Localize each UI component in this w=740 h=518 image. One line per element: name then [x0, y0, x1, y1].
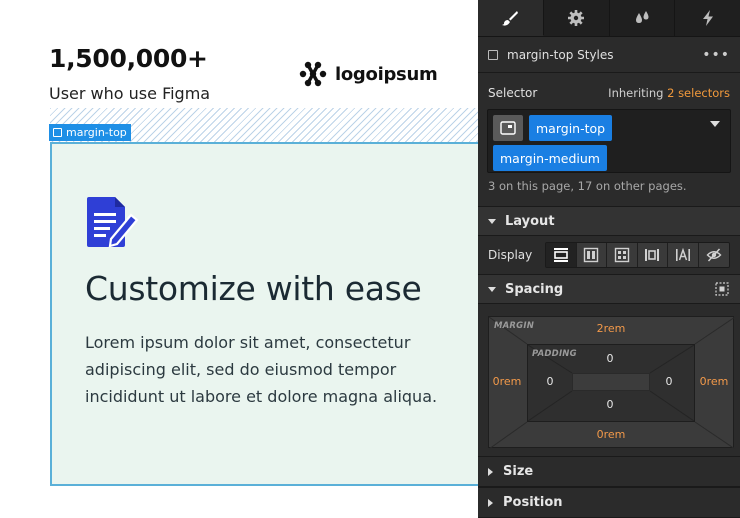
margin-right-value[interactable]: 0rem	[700, 375, 729, 388]
stat-number: 1,500,000+	[49, 44, 208, 73]
paint-brush-icon	[502, 10, 519, 26]
selector-usage: 3 on this page, 17 on other pages.	[488, 179, 687, 193]
spacing-reset-icon[interactable]	[714, 281, 730, 297]
display-row: Display	[478, 236, 740, 274]
section-spacing[interactable]: Spacing	[478, 274, 740, 304]
element-square-icon	[53, 128, 62, 137]
display-flex-button[interactable]	[576, 243, 608, 267]
logo: logoipsum	[299, 60, 438, 88]
display-inline-icon	[675, 247, 690, 261]
section-layout[interactable]: Layout	[478, 206, 740, 236]
section-spacing-label: Spacing	[505, 281, 564, 297]
padding-left-value[interactable]: 0	[547, 375, 554, 388]
element-square-icon	[488, 49, 498, 60]
section-size[interactable]: Size	[478, 456, 740, 487]
tab-effects[interactable]	[675, 0, 740, 36]
selector-label: Selector	[488, 86, 538, 100]
tab-style[interactable]	[478, 0, 544, 36]
chevron-down-icon[interactable]	[710, 121, 720, 127]
styles-header: margin-top Styles •••	[478, 37, 740, 73]
margin-bottom-value[interactable]: 0rem	[597, 428, 626, 441]
display-block-icon	[553, 248, 568, 262]
chevron-right-icon	[488, 467, 493, 476]
tab-settings[interactable]	[544, 0, 610, 36]
display-label: Display	[488, 248, 533, 262]
styles-header-title: margin-top Styles	[507, 47, 614, 62]
card-title: Customize with ease	[85, 269, 422, 308]
padding-bottom-value[interactable]: 0	[607, 398, 614, 411]
display-flex-icon	[584, 247, 599, 263]
logo-text: logoipsum	[335, 63, 438, 85]
margin-left-value[interactable]: 0rem	[493, 375, 522, 388]
logoipsum-mark-icon	[299, 61, 327, 87]
design-canvas[interactable]: 1,500,000+ User who use Figma logoipsum …	[0, 0, 478, 518]
document-edit-icon	[87, 197, 139, 248]
display-block-button[interactable]	[546, 243, 577, 267]
padding-label: PADDING	[532, 349, 577, 359]
gear-icon	[568, 10, 585, 26]
display-inline-block-button[interactable]	[637, 243, 669, 267]
inheriting-count[interactable]: 2 selectors	[667, 86, 730, 100]
selector-menu-button[interactable]	[493, 115, 523, 141]
spacing-box-model: MARGIN 2rem 0rem 0rem 0rem PADDING 0 0 0…	[488, 316, 735, 449]
drops-icon	[635, 11, 649, 23]
padding-top-value[interactable]: 0	[607, 352, 614, 365]
selector-row: Selector Inheriting 2 selectors	[478, 77, 740, 109]
stat-caption: User who use Figma	[49, 84, 211, 103]
selector-pill-margin-medium[interactable]: margin-medium	[493, 145, 607, 171]
eye-slash-icon	[706, 248, 722, 262]
section-layout-label: Layout	[505, 213, 555, 229]
section-position[interactable]: Position	[478, 487, 740, 518]
chevron-down-icon	[488, 218, 496, 224]
display-inline-button[interactable]	[668, 243, 699, 267]
display-options	[545, 242, 730, 268]
chevron-down-icon	[488, 286, 496, 292]
chevron-right-icon	[488, 498, 493, 507]
margin-label: MARGIN	[494, 321, 535, 331]
padding-box: PADDING 0 0 0 0	[527, 344, 695, 422]
display-grid-icon	[614, 247, 629, 263]
selected-element-tag[interactable]: margin-top	[49, 124, 131, 141]
lightning-icon	[702, 10, 713, 26]
card-body: Lorem ipsum dolor sit amet, consectetur …	[85, 333, 438, 406]
selector-tag-icon	[500, 121, 516, 135]
tab-interactions[interactable]	[610, 0, 676, 36]
section-size-label: Size	[503, 464, 534, 479]
selected-element-label: margin-top	[66, 126, 127, 139]
section-position-label: Position	[503, 495, 563, 510]
display-grid-button[interactable]	[607, 243, 638, 267]
feature-card[interactable]: Customize with ease Lorem ipsum dolor si…	[50, 142, 478, 486]
padding-right-value[interactable]: 0	[666, 375, 673, 388]
content-box	[572, 373, 650, 391]
selector-field[interactable]: margin-top margin-medium	[487, 109, 731, 173]
panel-tabs	[478, 0, 740, 37]
display-inline-block-icon	[645, 249, 660, 261]
margin-top-value[interactable]: 2rem	[597, 322, 626, 335]
inheriting-info[interactable]: Inheriting 2 selectors	[608, 86, 730, 100]
inheriting-text: Inheriting	[608, 86, 664, 100]
more-options-icon[interactable]: •••	[702, 47, 730, 63]
selector-pill-margin-top[interactable]: margin-top	[529, 115, 613, 141]
display-none-button[interactable]	[698, 243, 730, 267]
